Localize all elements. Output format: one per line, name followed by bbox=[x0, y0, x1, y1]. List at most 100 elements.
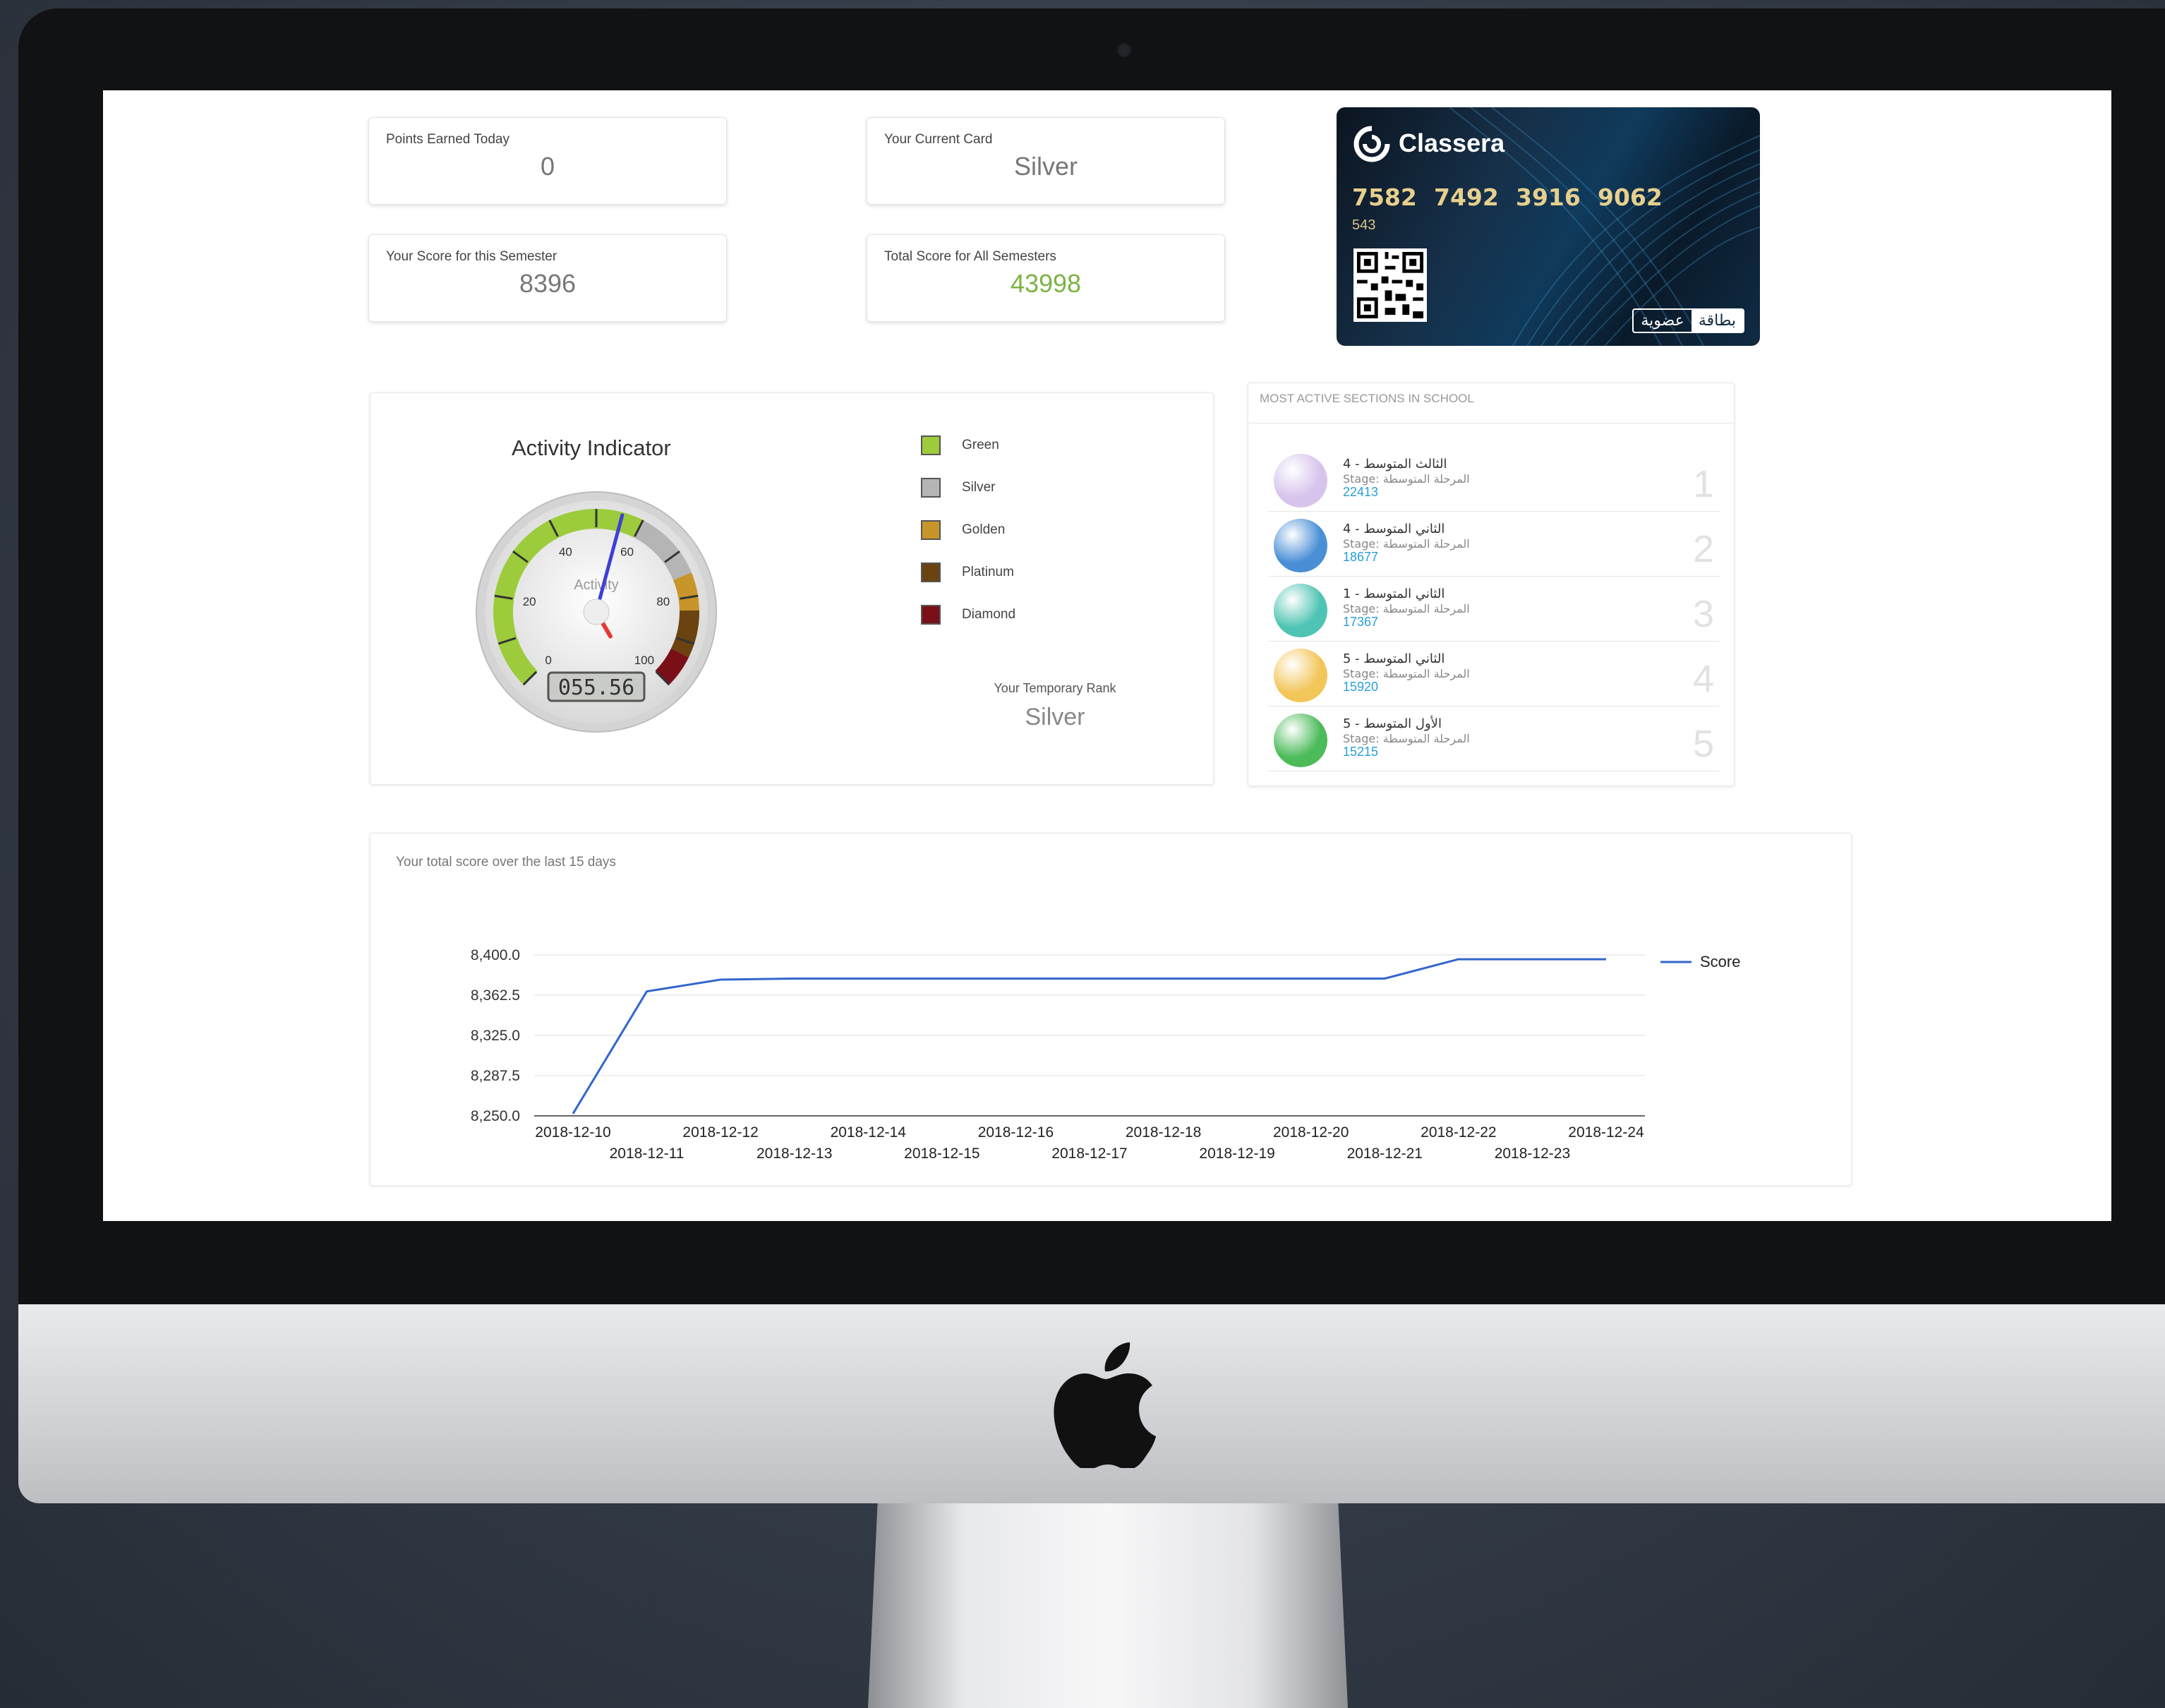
x-tick-label: 2018-12-18 bbox=[1126, 1124, 1201, 1141]
x-tick-label: 2018-12-16 bbox=[978, 1124, 1054, 1141]
section-rank: 4 bbox=[1692, 658, 1714, 700]
app-screen: Points Earned Today 0 Your Current Card … bbox=[103, 90, 2111, 1221]
legend-label: Golden bbox=[962, 522, 1006, 537]
section-stage: Stage: المرحلة المتوسطة bbox=[1343, 732, 1470, 745]
legend-label: Silver bbox=[962, 480, 996, 495]
section-stage: Stage: المرحلة المتوسطة bbox=[1343, 602, 1470, 615]
section-stage: Stage: المرحلة المتوسطة bbox=[1343, 537, 1470, 551]
semester-score-card: Your Score for this Semester 8396 bbox=[368, 234, 727, 322]
x-tick-label: 2018-12-11 bbox=[610, 1145, 685, 1162]
gauge-tick-label: 60 bbox=[620, 545, 634, 558]
section-row[interactable]: الثاني المتوسط - 1 Stage: المرحلة المتوسط… bbox=[1268, 577, 1720, 642]
chart-legend-label: Score bbox=[1700, 953, 1740, 970]
section-avatar bbox=[1274, 454, 1327, 507]
legend-item-platinum: Platinum bbox=[921, 563, 1014, 582]
legend-swatch bbox=[921, 478, 941, 498]
score-line-chart: 8,250.0 8,287.5 8,325.0 8,362.5 8,400.0 2018-… bbox=[471, 947, 1741, 1162]
legend-label: Diamond bbox=[962, 607, 1016, 622]
legend-item-silver: Silver bbox=[921, 478, 996, 498]
x-tick-label: 2018-12-21 bbox=[1347, 1145, 1423, 1162]
points-today-label: Points Earned Today bbox=[386, 132, 509, 147]
membership-card[interactable]: Classera 7582 7492 3916 9062 543 عضوية ب… bbox=[1337, 107, 1760, 346]
card-number-4: 9062 bbox=[1598, 184, 1663, 211]
current-card-card: Your Current Card Silver bbox=[867, 117, 1225, 205]
y-tick-label: 8,400.0 bbox=[471, 947, 520, 963]
section-avatar bbox=[1274, 519, 1327, 572]
current-card-value: Silver bbox=[1013, 152, 1078, 181]
gauge-tick-label: 20 bbox=[523, 595, 536, 608]
total-score-card: Total Score for All Semesters 43998 bbox=[867, 234, 1225, 322]
section-stage: Stage: المرحلة المتوسطة bbox=[1343, 472, 1470, 486]
section-row[interactable]: الثالث المتوسط - 4 Stage: المرحلة المتوسط… bbox=[1268, 447, 1720, 512]
legend-swatch bbox=[921, 605, 941, 625]
points-today-value: 0 bbox=[540, 152, 555, 181]
x-tick-label: 2018-12-13 bbox=[756, 1145, 832, 1162]
apple-logo-icon bbox=[1054, 1342, 1156, 1468]
section-avatar bbox=[1274, 649, 1327, 702]
section-name: الثالث المتوسط - 4 bbox=[1343, 457, 1447, 471]
activity-title: Activity Indicator bbox=[512, 435, 671, 460]
section-name: الثاني المتوسط - 5 bbox=[1343, 651, 1445, 666]
legend-label: Platinum bbox=[962, 565, 1014, 579]
card-number-1: 7582 bbox=[1352, 184, 1417, 211]
legend-swatch bbox=[921, 520, 941, 540]
x-tick-label: 2018-12-12 bbox=[682, 1124, 758, 1141]
imac-stand bbox=[868, 1503, 1348, 1708]
activity-panel: Activity Indicator 0 20 40 60 80 100 Activity… bbox=[370, 392, 1214, 785]
x-tick-label: 2018-12-15 bbox=[904, 1145, 979, 1162]
gauge-readout: 055.56 bbox=[558, 675, 634, 700]
section-rank: 5 bbox=[1692, 723, 1714, 765]
section-count: 22413 bbox=[1343, 485, 1379, 499]
legend-swatch bbox=[921, 435, 941, 455]
section-name: الثاني المتوسط - 4 bbox=[1343, 522, 1445, 536]
x-tick-label: 2018-12-17 bbox=[1051, 1145, 1127, 1162]
legend-item-golden: Golden bbox=[921, 520, 1005, 540]
x-tick-label: 2018-12-14 bbox=[831, 1124, 907, 1141]
card-sub-number: 543 bbox=[1352, 217, 1376, 233]
legend-item-green: Green bbox=[921, 435, 999, 455]
section-name: الثاني المتوسط - 1 bbox=[1343, 587, 1445, 601]
x-tick-label: 2018-12-10 bbox=[535, 1124, 610, 1141]
section-stage: Stage: المرحلة المتوسطة bbox=[1343, 667, 1470, 680]
x-tick-label: 2018-12-22 bbox=[1421, 1124, 1496, 1141]
y-tick-label: 8,362.5 bbox=[471, 987, 520, 1004]
y-tick-label: 8,250.0 bbox=[471, 1108, 520, 1124]
score-series-line bbox=[572, 958, 1606, 1114]
section-rank: 2 bbox=[1692, 528, 1714, 570]
activity-gauge: 0 20 40 60 80 100 Activity 055.56 bbox=[476, 491, 717, 733]
section-row[interactable]: الأول المتوسط - 5 Stage: المرحلة المتوسطة… bbox=[1268, 706, 1720, 771]
points-today-card: Points Earned Today 0 bbox=[368, 117, 727, 205]
card-brand: Classera bbox=[1399, 128, 1505, 157]
most-active-sections-panel: MOST ACTIVE SECTIONS IN SCHOOL الثالث ال… bbox=[1248, 383, 1735, 786]
x-tick-label: 2018-12-23 bbox=[1495, 1145, 1570, 1162]
section-count: 15920 bbox=[1343, 680, 1379, 694]
total-score-label: Total Score for All Semesters bbox=[884, 249, 1056, 264]
x-tick-label: 2018-12-24 bbox=[1568, 1124, 1644, 1141]
membership-tag: عضوية بطاقة bbox=[1632, 308, 1744, 333]
sections-title: MOST ACTIVE SECTIONS IN SCHOOL bbox=[1260, 392, 1474, 405]
x-tick-label: 2018-12-19 bbox=[1199, 1145, 1274, 1162]
section-count: 17367 bbox=[1343, 615, 1379, 629]
legend-swatch bbox=[921, 563, 941, 582]
tag-right: بطاقة bbox=[1691, 310, 1743, 332]
section-row[interactable]: الثاني المتوسط - 4 Stage: المرحلة المتوسط… bbox=[1268, 512, 1720, 577]
section-name: الأول المتوسط - 5 bbox=[1343, 716, 1442, 731]
legend-item-diamond: Diamond bbox=[921, 605, 1015, 625]
rank-label: Your Temporary Rank bbox=[994, 681, 1116, 695]
section-count: 18677 bbox=[1343, 550, 1379, 564]
semester-score-label: Your Score for this Semester bbox=[386, 249, 557, 264]
qr-code-icon bbox=[1353, 248, 1427, 322]
section-row[interactable]: الثاني المتوسط - 5 Stage: المرحلة المتوسط… bbox=[1268, 642, 1720, 706]
x-tick-label: 2018-12-20 bbox=[1273, 1124, 1349, 1141]
current-card-label: Your Current Card bbox=[884, 132, 993, 147]
section-rank: 3 bbox=[1692, 593, 1714, 635]
classera-logo-icon bbox=[1353, 126, 1390, 162]
gauge-tick-label: 80 bbox=[656, 595, 670, 608]
rank-value: Silver bbox=[1025, 704, 1085, 730]
section-count: 15215 bbox=[1343, 745, 1379, 759]
y-tick-label: 8,325.0 bbox=[471, 1028, 520, 1044]
camera bbox=[1116, 42, 1132, 58]
total-score-value: 43998 bbox=[1010, 269, 1082, 298]
score-chart-panel: Your total score over the last 15 days 8… bbox=[370, 833, 1852, 1186]
section-rank: 1 bbox=[1692, 463, 1714, 505]
